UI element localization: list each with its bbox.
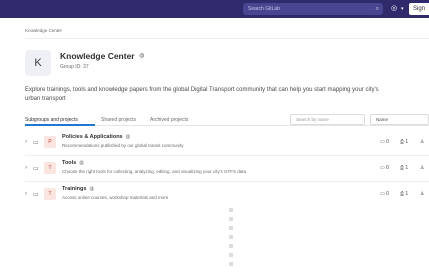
group-id: Group ID: 37 (60, 64, 89, 70)
subgroup-avatar: T (44, 162, 56, 174)
loading-indicator (229, 226, 233, 230)
divider (25, 155, 429, 156)
list-item[interactable]: › ▭ T Tools ◍ Choose the right tools for … (25, 157, 429, 183)
loading-indicator (229, 262, 233, 266)
search-icon: ⌕ (375, 6, 379, 12)
subgroup-title[interactable]: Tools ◍ (62, 160, 84, 166)
subgroup-count: ▭ 0 (380, 139, 389, 145)
globe-icon: ◍ (125, 134, 131, 140)
loading-indicator (229, 244, 233, 248)
help-icon[interactable]: ◎ (391, 3, 397, 15)
project-count-value: 1 (405, 191, 409, 197)
description-line-2: urban transport (25, 96, 66, 102)
divider (25, 38, 429, 39)
chevron-right-icon[interactable]: › (25, 191, 27, 197)
folder-icon: ▭ (33, 140, 39, 146)
chevron-right-icon[interactable]: › (25, 165, 27, 171)
globe-icon: ◍ (139, 53, 145, 59)
subgroup-title-text[interactable]: Tools (62, 160, 76, 166)
loading-indicator (229, 208, 233, 212)
subgroup-title-text[interactable]: Policies & Applications (62, 134, 123, 140)
project-count-value: 1 (405, 139, 409, 145)
project-count: ⎙ 1 (400, 165, 409, 171)
page-title: Knowledge Center (60, 51, 135, 61)
search-input[interactable]: Search GitLab ⌕ (243, 3, 383, 15)
list-item[interactable]: › ▭ P Policies & Applications ◍ Recommend… (25, 131, 429, 157)
globe-icon: ◍ (89, 186, 95, 192)
subgroup-count: ▭ 0 (380, 165, 389, 171)
divider (25, 181, 429, 182)
filter-input[interactable]: Search by name (290, 114, 365, 125)
tab-archived-projects[interactable]: Archived projects (150, 117, 188, 123)
subgroup-avatar: T (44, 188, 56, 200)
folder-icon: ▭ (33, 166, 39, 172)
top-navbar: Search GitLab ⌕ ◎ ▾ Sign (0, 0, 429, 18)
group-avatar: K (25, 50, 51, 76)
subgroup-description: Recommendations published by our global … (62, 143, 184, 148)
chevron-down-icon[interactable]: ▾ (401, 3, 404, 15)
subgroup-title[interactable]: Policies & Applications ◍ (62, 134, 130, 140)
members-icon: ♙ (420, 139, 425, 145)
search-placeholder: Search GitLab (248, 6, 280, 12)
description-line-1: Explore trainings, tools and knowledge p… (25, 87, 379, 93)
subgroup-title[interactable]: Trainings ◍ (62, 186, 94, 192)
chevron-right-icon[interactable]: › (25, 139, 27, 145)
tab-shared-projects[interactable]: Shared projects (101, 117, 136, 123)
subgroup-title-text[interactable]: Trainings (62, 186, 86, 192)
loading-indicator (229, 217, 233, 221)
sort-dropdown[interactable]: Name (370, 114, 429, 125)
breadcrumb[interactable]: Knowledge Center (25, 28, 62, 33)
tab-subgroups-and-projects[interactable]: Subgroups and projects (25, 117, 78, 123)
loading-indicator (229, 253, 233, 257)
active-tab-indicator (25, 124, 95, 126)
subgroup-description: Choose the right tools for collecting, a… (62, 169, 246, 174)
subgroup-count-value: 0 (386, 191, 389, 197)
group-description: Explore trainings, tools and knowledge p… (25, 86, 429, 104)
subgroup-description: Access online courses, workshop material… (62, 195, 169, 200)
globe-icon: ◍ (79, 160, 85, 166)
subgroup-avatar: P (44, 136, 56, 148)
members-icon: ♙ (420, 165, 425, 171)
project-count-value: 1 (405, 165, 409, 171)
subgroup-count-value: 0 (386, 165, 389, 171)
project-count: ⎙ 1 (400, 139, 409, 145)
subgroup-count-value: 0 (386, 139, 389, 145)
members-icon: ♙ (420, 191, 425, 197)
list-item[interactable]: › ▭ T Trainings ◍ Access online courses, … (25, 183, 429, 209)
loading-indicator (229, 235, 233, 239)
project-count: ⎙ 1 (400, 191, 409, 197)
folder-icon: ▭ (33, 192, 39, 198)
sign-in-button[interactable]: Sign (409, 3, 429, 15)
subgroup-count: ▭ 0 (380, 191, 389, 197)
